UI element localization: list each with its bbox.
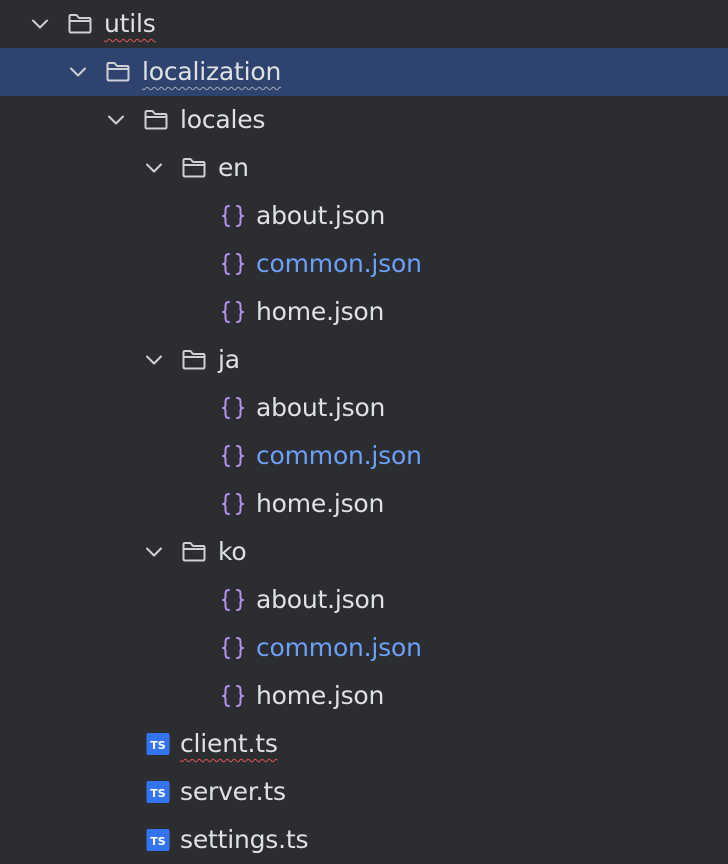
typescript-file-icon: TS [145,778,173,806]
tree-node-label: ja [218,345,240,374]
json-file-icon [219,298,247,326]
tree-file-client-ts[interactable]: TS client.ts [0,720,728,768]
tree-file-ko-common[interactable]: common.json [0,624,728,672]
chevron-down-icon[interactable] [105,109,127,131]
typescript-file-icon: TS [145,730,173,758]
tree-node-label: ko [218,537,247,566]
tree-node-label: en [218,153,249,182]
tree-file-ko-home[interactable]: home.json [0,672,728,720]
chevron-down-icon[interactable] [143,157,165,179]
tree-file-label: server.ts [180,777,286,806]
tree-node-ko[interactable]: ko [0,528,728,576]
folder-icon [104,58,132,86]
tree-file-ja-common[interactable]: common.json [0,432,728,480]
json-file-icon [219,394,247,422]
tree-node-label: localization [142,57,282,86]
folder-icon [66,10,94,38]
json-file-icon [219,634,247,662]
tree-file-ja-home[interactable]: home.json [0,480,728,528]
tree-file-server-ts[interactable]: TS server.ts [0,768,728,816]
json-file-icon [219,586,247,614]
svg-text:TS: TS [150,787,166,800]
tree-file-label: about.json [256,393,386,422]
folder-icon [180,154,208,182]
tree-file-label: about.json [256,201,386,230]
chevron-down-icon[interactable] [29,13,51,35]
project-tree: utils localization locales en about.json… [0,0,728,864]
chevron-down-icon[interactable] [143,541,165,563]
tree-node-locales[interactable]: locales [0,96,728,144]
tree-file-label: home.json [256,489,385,518]
tree-file-en-about[interactable]: about.json [0,192,728,240]
json-file-icon [219,442,247,470]
json-file-icon [219,250,247,278]
svg-text:TS: TS [150,739,166,752]
json-file-icon [219,682,247,710]
tree-file-ja-about[interactable]: about.json [0,384,728,432]
chevron-down-icon[interactable] [67,61,89,83]
tree-node-ja[interactable]: ja [0,336,728,384]
tree-file-label: settings.ts [180,825,309,854]
tree-file-label: common.json [256,249,422,278]
tree-file-label: client.ts [180,729,278,758]
tree-file-en-common[interactable]: common.json [0,240,728,288]
tree-node-localization[interactable]: localization [0,48,728,96]
tree-file-label: common.json [256,441,422,470]
json-file-icon [219,490,247,518]
chevron-down-icon[interactable] [143,349,165,371]
tree-node-en[interactable]: en [0,144,728,192]
tree-file-settings-ts[interactable]: TS settings.ts [0,816,728,864]
folder-icon [142,106,170,134]
folder-icon [180,538,208,566]
tree-file-label: home.json [256,297,385,326]
tree-file-label: home.json [256,681,385,710]
svg-text:TS: TS [150,835,166,848]
typescript-file-icon: TS [145,826,173,854]
tree-file-en-home[interactable]: home.json [0,288,728,336]
tree-node-label: utils [104,9,156,38]
tree-node-utils[interactable]: utils [0,0,728,48]
json-file-icon [219,202,247,230]
tree-file-ko-about[interactable]: about.json [0,576,728,624]
tree-node-label: locales [180,105,266,134]
tree-file-label: about.json [256,585,386,614]
folder-icon [180,346,208,374]
tree-file-label: common.json [256,633,422,662]
